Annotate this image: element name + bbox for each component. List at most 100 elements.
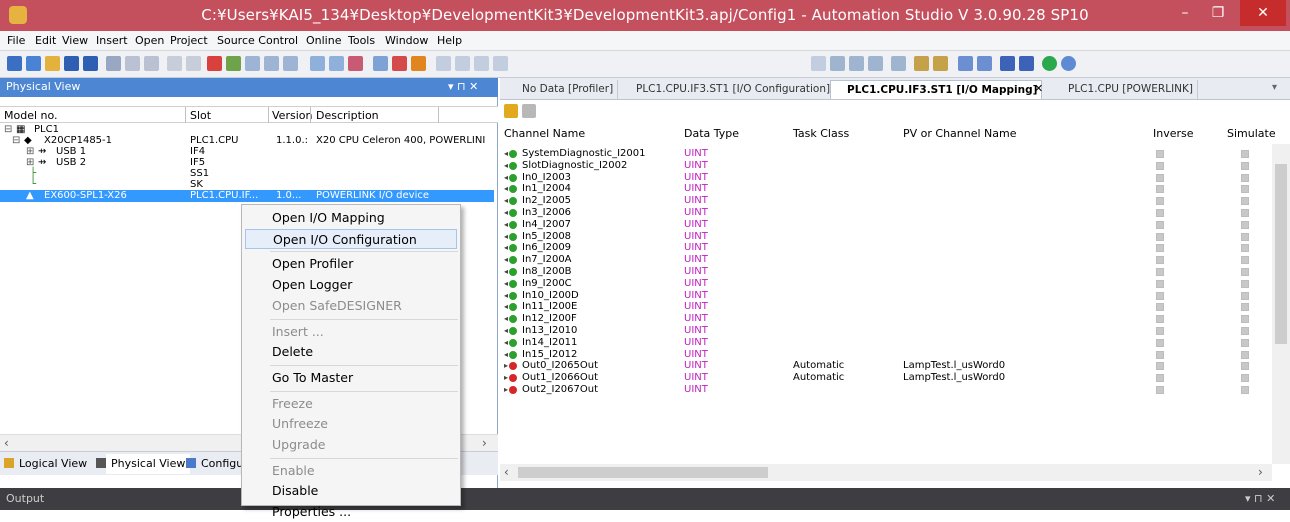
mapping-row[interactable]: ◂ In1_I2004 UINT xyxy=(500,183,1272,195)
menu-window[interactable]: Window xyxy=(385,34,428,47)
menu-project[interactable]: Project xyxy=(170,34,208,47)
tab-logical-view[interactable]: Logical View xyxy=(14,454,92,474)
simulate-checkbox[interactable] xyxy=(1241,220,1249,229)
cut-icon[interactable] xyxy=(106,56,121,71)
open-project-icon[interactable] xyxy=(26,56,41,71)
auto-assign-icon[interactable] xyxy=(504,104,518,118)
step-icon[interactable] xyxy=(914,56,929,71)
pv-name[interactable]: LampTest.l_usWord0 xyxy=(903,372,1005,384)
menu-item-properties[interactable]: Properties ... xyxy=(245,502,457,522)
simulate-checkbox[interactable] xyxy=(1241,173,1249,182)
simulate-checkbox[interactable] xyxy=(1241,374,1249,383)
mapping-row[interactable]: ◂ In4_I2007 UINT xyxy=(500,219,1272,231)
maximize-button[interactable]: ❐ xyxy=(1203,0,1233,26)
find-icon[interactable] xyxy=(226,56,241,71)
inverse-checkbox[interactable] xyxy=(1156,338,1164,347)
inverse-checkbox[interactable] xyxy=(1156,232,1164,241)
grid-icon[interactable] xyxy=(310,56,325,71)
col-pv-name[interactable]: PV or Channel Name xyxy=(903,127,1017,140)
simulate-checkbox[interactable] xyxy=(1241,268,1249,276)
info-icon[interactable] xyxy=(1061,56,1076,71)
build-icon[interactable] xyxy=(245,56,260,71)
simulate-checkbox[interactable] xyxy=(1241,338,1249,347)
vertical-scroll-thumb[interactable] xyxy=(1275,164,1287,344)
tree-row[interactable]: ├ SS1 xyxy=(0,168,494,179)
mapping-row[interactable]: ◂ In9_I200C UINT xyxy=(500,278,1272,290)
dropdown-icon[interactable] xyxy=(811,56,826,71)
inverse-checkbox[interactable] xyxy=(1156,315,1164,324)
menu-edit[interactable]: Edit xyxy=(35,34,56,47)
menu-item-delete[interactable]: Delete xyxy=(245,342,457,362)
simulate-checkbox[interactable] xyxy=(1241,244,1249,253)
simulate-checkbox[interactable] xyxy=(1241,291,1249,300)
inverse-checkbox[interactable] xyxy=(1156,303,1164,312)
scroll-left-icon[interactable]: ‹ xyxy=(4,436,9,450)
redo-icon[interactable] xyxy=(186,56,201,71)
remove-icon[interactable] xyxy=(348,56,363,71)
watch-icon[interactable] xyxy=(830,56,845,71)
monitor-icon[interactable] xyxy=(373,56,388,71)
menu-tools[interactable]: Tools xyxy=(348,34,375,47)
inverse-checkbox[interactable] xyxy=(1156,161,1164,170)
simulate-checkbox[interactable] xyxy=(1241,185,1249,194)
simulate-checkbox[interactable] xyxy=(1241,232,1249,241)
inverse-checkbox[interactable] xyxy=(1156,350,1164,359)
col-inverse[interactable]: Inverse xyxy=(1153,127,1194,140)
menu-item-open-logger[interactable]: Open Logger xyxy=(245,275,457,295)
tab-physical-view[interactable]: Physical View xyxy=(106,454,191,474)
simulate-checkbox[interactable] xyxy=(1241,209,1249,217)
scroll-left-icon[interactable]: ‹ xyxy=(504,465,509,479)
up-icon[interactable] xyxy=(958,56,973,71)
mapping-row[interactable]: ▸ Out2_I2067Out UINT xyxy=(500,384,1272,396)
mapping-row[interactable]: ◂ In10_I200D UINT xyxy=(500,290,1272,302)
tab-profiler[interactable]: No Data [Profiler] xyxy=(506,80,619,99)
transfer-icon[interactable] xyxy=(283,56,298,71)
close-button[interactable]: ✕ xyxy=(1240,0,1286,26)
col-simulate[interactable]: Simulate xyxy=(1227,127,1276,140)
simulate-checkbox[interactable] xyxy=(1241,303,1249,312)
inverse-checkbox[interactable] xyxy=(1156,386,1164,394)
menu-online[interactable]: Online xyxy=(306,34,341,47)
mapping-row[interactable]: ◂ In0_I2003 UINT xyxy=(500,172,1272,184)
close-tab-icon[interactable]: ✕ xyxy=(1034,82,1043,95)
undo-icon[interactable] xyxy=(167,56,182,71)
menu-item-open-profiler[interactable]: Open Profiler xyxy=(245,254,457,274)
save-all-icon[interactable] xyxy=(83,56,98,71)
simulate-checkbox[interactable] xyxy=(1241,161,1249,170)
tab-io-configuration[interactable]: PLC1.CPU.IF3.ST1 [I/O Configuration] xyxy=(620,80,836,99)
open-folder-icon[interactable] xyxy=(45,56,60,71)
mapping-row[interactable]: ◂ SystemDiagnostic_I2001 UINT xyxy=(500,148,1272,160)
tree-row[interactable]: ⊞ ⇸ USB 1 IF4 xyxy=(0,146,494,157)
mapping-row[interactable]: ◂ In3_I2006 UINT xyxy=(500,207,1272,219)
mapping-row[interactable]: ◂ In8_I200B UINT xyxy=(500,266,1272,278)
window-icon[interactable] xyxy=(436,56,451,71)
task-class[interactable]: Automatic xyxy=(793,372,844,384)
uncomment-icon[interactable] xyxy=(493,56,508,71)
col-version[interactable]: Version xyxy=(272,109,312,122)
print-icon[interactable] xyxy=(329,56,344,71)
minimize-button[interactable]: – xyxy=(1170,0,1200,26)
down-icon[interactable] xyxy=(977,56,992,71)
minus-icon[interactable] xyxy=(1019,56,1034,71)
tab-list-icon[interactable]: ▾ xyxy=(1272,82,1277,93)
scroll-right-icon[interactable]: › xyxy=(1258,465,1263,479)
col-model[interactable]: Model no. xyxy=(4,109,58,122)
col-data-type[interactable]: Data Type xyxy=(684,127,739,140)
mapping-row[interactable]: ◂ In2_I2005 UINT xyxy=(500,195,1272,207)
mapping-row[interactable]: ◂ In14_I2011 UINT xyxy=(500,337,1272,349)
online-icon[interactable] xyxy=(1042,56,1057,71)
mapping-row[interactable]: ◂ In5_I2008 UINT xyxy=(500,231,1272,243)
inverse-checkbox[interactable] xyxy=(1156,291,1164,300)
mapping-row[interactable]: ◂ In6_I2009 UINT xyxy=(500,242,1272,254)
add-icon[interactable] xyxy=(1000,56,1015,71)
tree-row[interactable]: ⊞ ⇸ USB 2 IF5 xyxy=(0,157,494,168)
pv-name[interactable]: LampTest.l_usWord0 xyxy=(903,360,1005,372)
power-icon[interactable] xyxy=(411,56,426,71)
save-icon[interactable] xyxy=(64,56,79,71)
vertical-scrollbar[interactable] xyxy=(1272,144,1290,464)
mapping-row[interactable]: ◂ In7_I200A UINT xyxy=(500,254,1272,266)
panel-controls[interactable]: ▾ ⊓ ✕ xyxy=(1245,492,1275,505)
tree-row[interactable]: └ SK xyxy=(0,179,494,190)
mapping-row[interactable]: ▸ Out1_I2066Out UINT Automatic LampTest.l_us… xyxy=(500,372,1272,384)
inverse-checkbox[interactable] xyxy=(1156,279,1164,288)
